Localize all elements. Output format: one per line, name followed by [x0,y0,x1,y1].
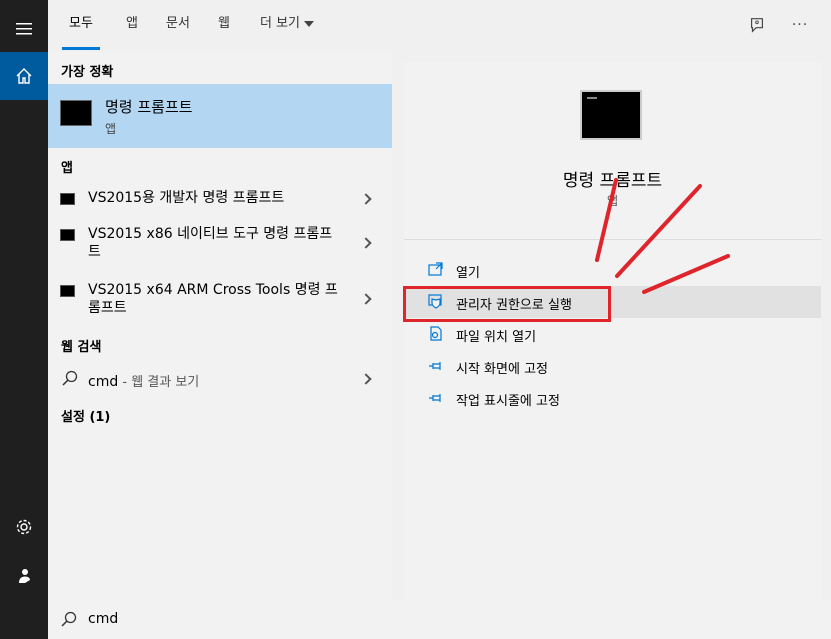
pin-icon [429,394,441,402]
feedback-icon [751,18,763,33]
top-bar: 모두 앱 문서 웹 더 보기 ··· [48,0,831,52]
detail-title: 명령 프롬프트 [562,171,663,191]
search-icon [62,370,78,386]
web-hint: - 웹 결과 보기 [118,375,200,390]
hamburger-icon [16,23,32,35]
annotation-highlight-box [403,286,611,322]
search-icon [61,611,77,627]
action-label: 작업 표시줄에 고정 [456,394,560,409]
app-label: VS2015 x86 네이티브 도구 명령 프롬프트 [88,226,333,260]
action-label: 시작 화면에 고정 [456,362,548,377]
best-match-title: 명령 프롬프트 [105,98,193,116]
list-item[interactable]: VS2015 x64 ARM Cross Tools 명령 프롬프트 [48,278,392,322]
settings-heading[interactable]: 설정 (1) [61,406,110,425]
search-box[interactable]: cmd [48,600,831,639]
file-location-icon [430,326,442,341]
chevron-right-icon[interactable] [360,193,372,205]
web-query: cmd [88,374,119,390]
open-icon [428,262,443,276]
chevron-down-icon [304,20,314,27]
pin-icon [429,362,441,370]
app-label: VS2015용 개발자 명령 프롬프트 [88,190,285,206]
terminal-icon [60,229,75,241]
detail-header: 명령 프롬프트 앱 [404,62,821,240]
apps-heading: 앱 [61,161,73,176]
more-options-button[interactable]: ··· [789,14,811,36]
home-icon [16,68,32,84]
more-icon: ··· [791,17,809,33]
terminal-icon [60,193,75,205]
user-icon [19,569,30,583]
web-search-heading: 웹 검색 [61,340,102,355]
chevron-right-icon[interactable] [360,373,372,385]
tab-all[interactable]: 모두 [62,0,100,50]
pin-to-taskbar-action[interactable]: 작업 표시줄에 고정 [404,382,821,414]
menu-button[interactable] [0,5,48,53]
best-match-heading: 가장 정확 [61,65,114,80]
home-button[interactable] [0,52,48,100]
command-prompt-icon [580,90,642,140]
tab-web[interactable]: 웹 [212,0,236,50]
pin-to-start-action[interactable]: 시작 화면에 고정 [404,350,821,382]
tab-more[interactable]: 더 보기 [254,0,320,50]
open-action[interactable]: 열기 [404,254,821,286]
chevron-right-icon[interactable] [360,293,372,305]
action-label: 파일 위치 열기 [456,330,537,345]
settings-icon [16,519,32,535]
best-match-item[interactable]: 명령 프롬프트 앱 [48,84,392,148]
action-label: 열기 [456,266,480,281]
search-input[interactable]: cmd [88,611,118,627]
detail-subtitle: 앱 [606,194,619,208]
tab-documents[interactable]: 문서 [160,0,196,50]
list-item[interactable]: VS2015 x86 네이티브 도구 명령 프롬프트 [48,222,392,266]
settings-button[interactable] [0,503,48,551]
chevron-right-icon[interactable] [360,237,372,249]
tab-apps[interactable]: 앱 [120,0,144,50]
left-rail [0,0,48,639]
command-prompt-icon [60,100,92,126]
app-label: VS2015 x64 ARM Cross Tools 명령 프롬프트 [88,282,338,316]
open-file-location-action[interactable]: 파일 위치 열기 [404,318,821,350]
web-search-item[interactable]: cmd - 웹 결과 보기 [48,366,392,392]
best-match-subtitle: 앱 [105,122,117,136]
detail-panel: 명령 프롬프트 앱 열기 관리자 권한으로 실행 파일 위치 열기 시작 화면에… [404,62,821,600]
results-panel: 가장 정확 명령 프롬프트 앱 앱 VS2015용 개발자 명령 프롬프트 VS… [48,52,392,600]
feedback-button[interactable] [746,14,768,36]
account-button[interactable] [0,552,48,600]
terminal-icon [60,285,75,297]
list-item[interactable]: VS2015용 개발자 명령 프롬프트 [48,184,392,214]
